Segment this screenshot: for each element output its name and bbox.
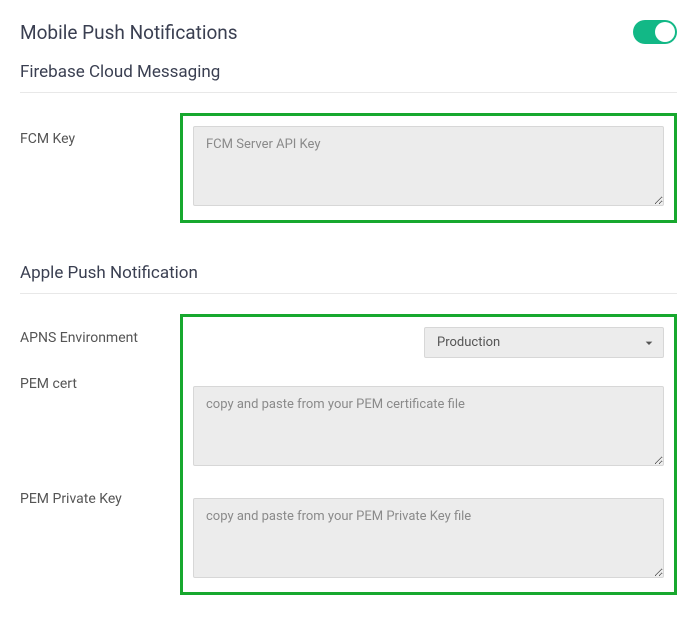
fcm-highlight — [180, 113, 677, 223]
pem-key-label: PEM Private Key — [20, 479, 180, 507]
fcm-section-title: Firebase Cloud Messaging — [20, 62, 677, 82]
pem-key-input[interactable] — [193, 498, 664, 578]
apns-env-select[interactable]: Production — [424, 327, 664, 358]
apns-env-label: APNS Environment — [20, 314, 180, 364]
fcm-key-input[interactable] — [193, 126, 664, 206]
notifications-toggle[interactable] — [633, 20, 677, 44]
divider — [20, 293, 677, 294]
pem-cert-input[interactable] — [193, 386, 664, 466]
fcm-key-label: FCM Key — [20, 113, 180, 147]
pem-cert-label: PEM cert — [20, 364, 180, 479]
divider — [20, 92, 677, 93]
apns-section-title: Apple Push Notification — [20, 263, 677, 283]
apns-highlight: Production — [180, 314, 677, 595]
page-title: Mobile Push Notifications — [20, 21, 238, 44]
